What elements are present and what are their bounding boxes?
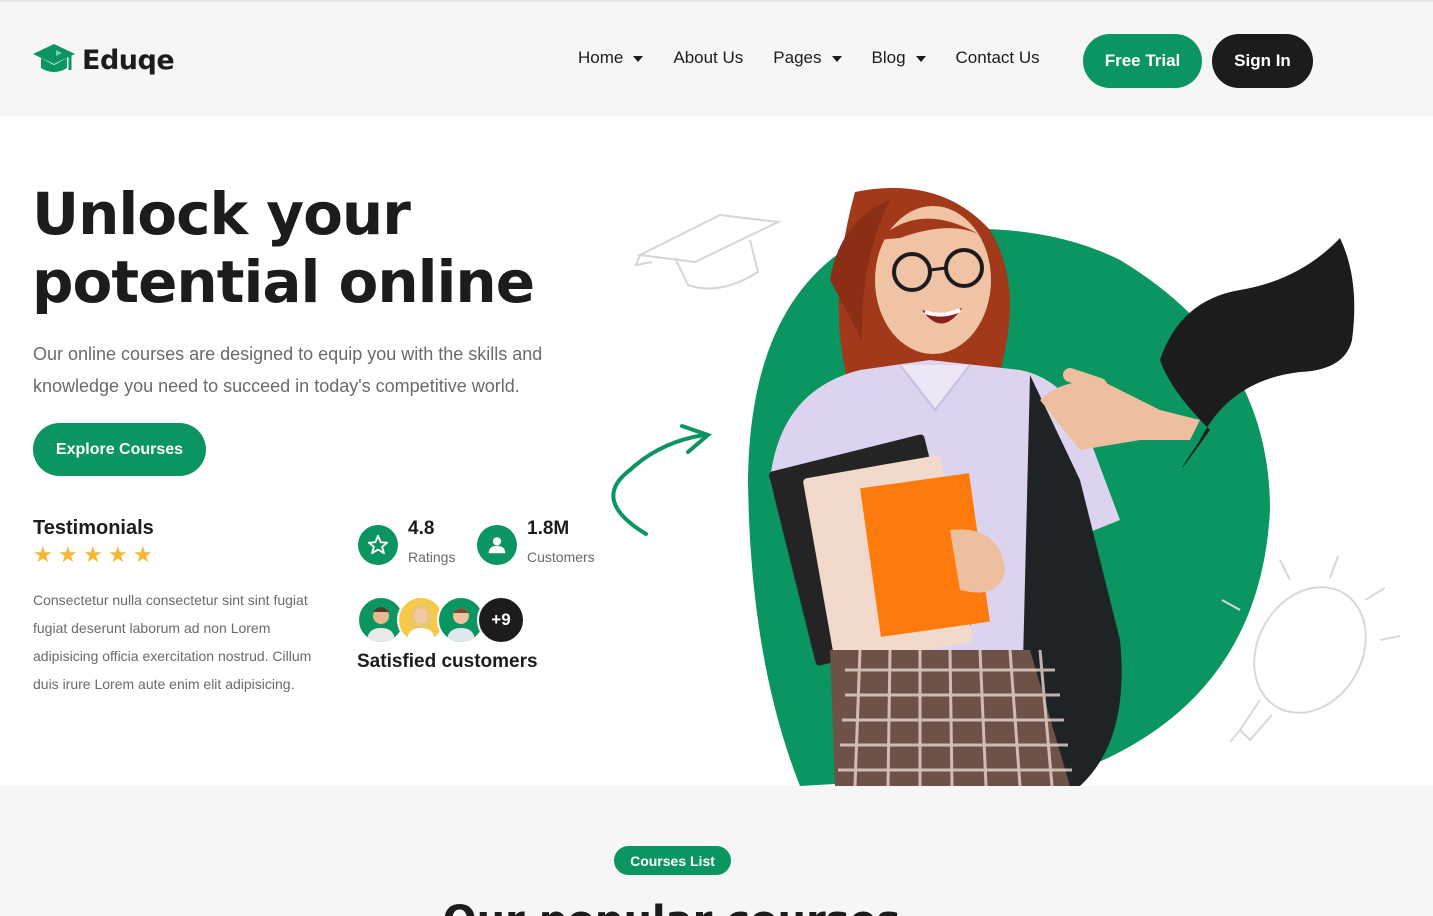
rating-stars: ★ ★ ★ ★ ★ <box>33 542 153 567</box>
testimonial-text: Consectetur nulla consectetur sint sint … <box>33 592 312 692</box>
free-trial-button[interactable]: Free Trial <box>1083 34 1202 88</box>
more-customers-badge: +9 <box>477 596 525 644</box>
courses-section-title: Our popular courses <box>0 898 1343 916</box>
nav-item-about[interactable]: About Us <box>673 48 743 68</box>
graduation-cap-doodle <box>634 213 782 290</box>
nav-item-blog[interactable]: Blog <box>872 48 926 68</box>
logo[interactable]: Eduqe <box>32 42 175 78</box>
star-icon <box>358 525 398 565</box>
hero-title-line1: Unlock your <box>32 180 411 248</box>
sign-in-button[interactable]: Sign In <box>1212 34 1313 88</box>
ratings-stat: 4.8 Ratings <box>358 517 455 565</box>
nav-label: Blog <box>871 48 906 67</box>
nav-item-home[interactable]: Home <box>578 48 644 68</box>
courses-list-badge: Courses List <box>614 846 731 875</box>
customers-value: 1.8M <box>527 518 570 539</box>
caret-down-icon <box>831 56 842 62</box>
nav-item-contact[interactable]: Contact Us <box>956 48 1040 68</box>
nav-item-pages[interactable]: Pages <box>773 48 842 68</box>
customer-avatars: +9 <box>357 596 525 644</box>
ratings-label: Ratings <box>408 549 456 565</box>
caret-down-icon <box>915 56 926 62</box>
nav-label: About Us <box>673 48 744 67</box>
star-icon: ★ <box>83 542 103 567</box>
customers-stat: 1.8M Customers <box>477 517 595 565</box>
graduation-cap-icon <box>33 44 75 72</box>
brand-name: Eduqe <box>82 44 175 76</box>
curved-arrow-icon <box>611 424 712 536</box>
testimonials-title: Testimonials <box>33 517 154 539</box>
user-icon <box>477 525 517 565</box>
hero-illustration <box>611 187 1401 786</box>
customers-label: Customers <box>527 549 595 565</box>
star-icon: ★ <box>58 542 78 567</box>
site-header: Eduqe Home About Us Pages Blog Contact U… <box>0 0 1433 116</box>
satisfied-customers-label: Satisfied customers <box>357 651 538 672</box>
hero-title-line2: potential online <box>32 248 535 316</box>
hero-description: Our online courses are designed to equip… <box>33 344 543 396</box>
star-icon: ★ <box>33 542 53 567</box>
nav-label: Pages <box>773 48 822 67</box>
explore-courses-button[interactable]: Explore Courses <box>33 423 206 476</box>
nav-label: Contact Us <box>955 48 1040 67</box>
nav-label: Home <box>578 48 624 67</box>
star-icon: ★ <box>133 542 153 567</box>
main-nav: Home About Us Pages Blog Contact Us <box>578 48 1070 68</box>
caret-down-icon <box>633 56 644 62</box>
ratings-value: 4.8 <box>408 518 435 539</box>
hero-title: Unlock your potential online <box>32 180 592 316</box>
star-icon: ★ <box>108 542 128 567</box>
